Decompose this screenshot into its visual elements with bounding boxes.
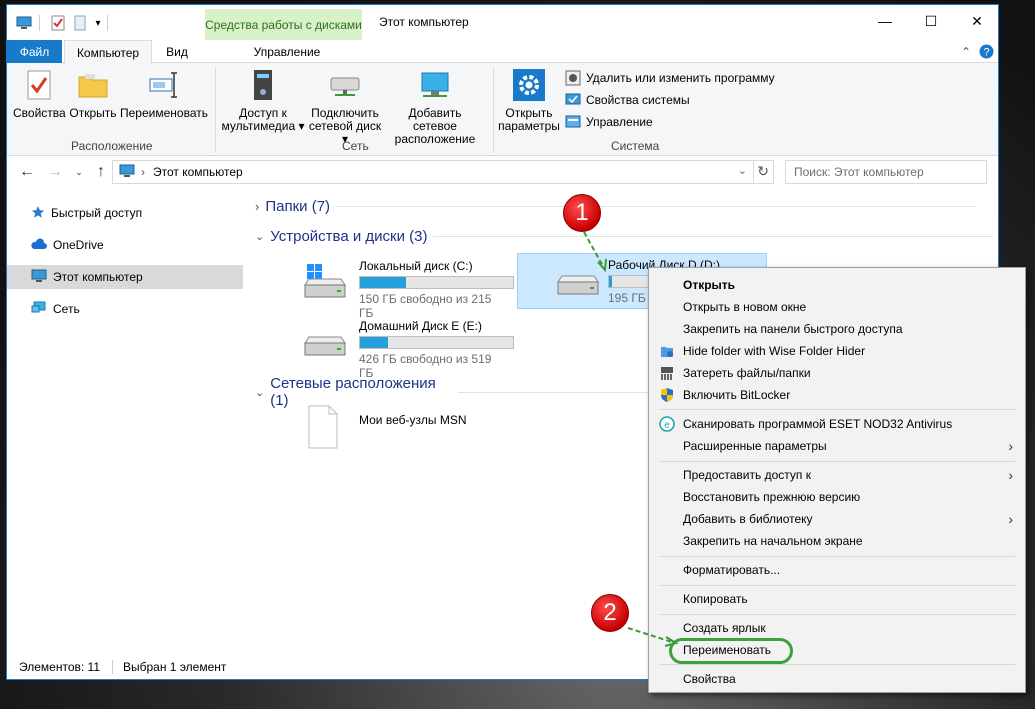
step-badge-1: 1 — [563, 194, 601, 232]
arrow-to-rename — [627, 627, 676, 644]
annotation-arrows — [583, 231, 679, 647]
step-badge-2: 2 — [591, 594, 629, 632]
arrow-to-drive-d — [583, 231, 605, 269]
